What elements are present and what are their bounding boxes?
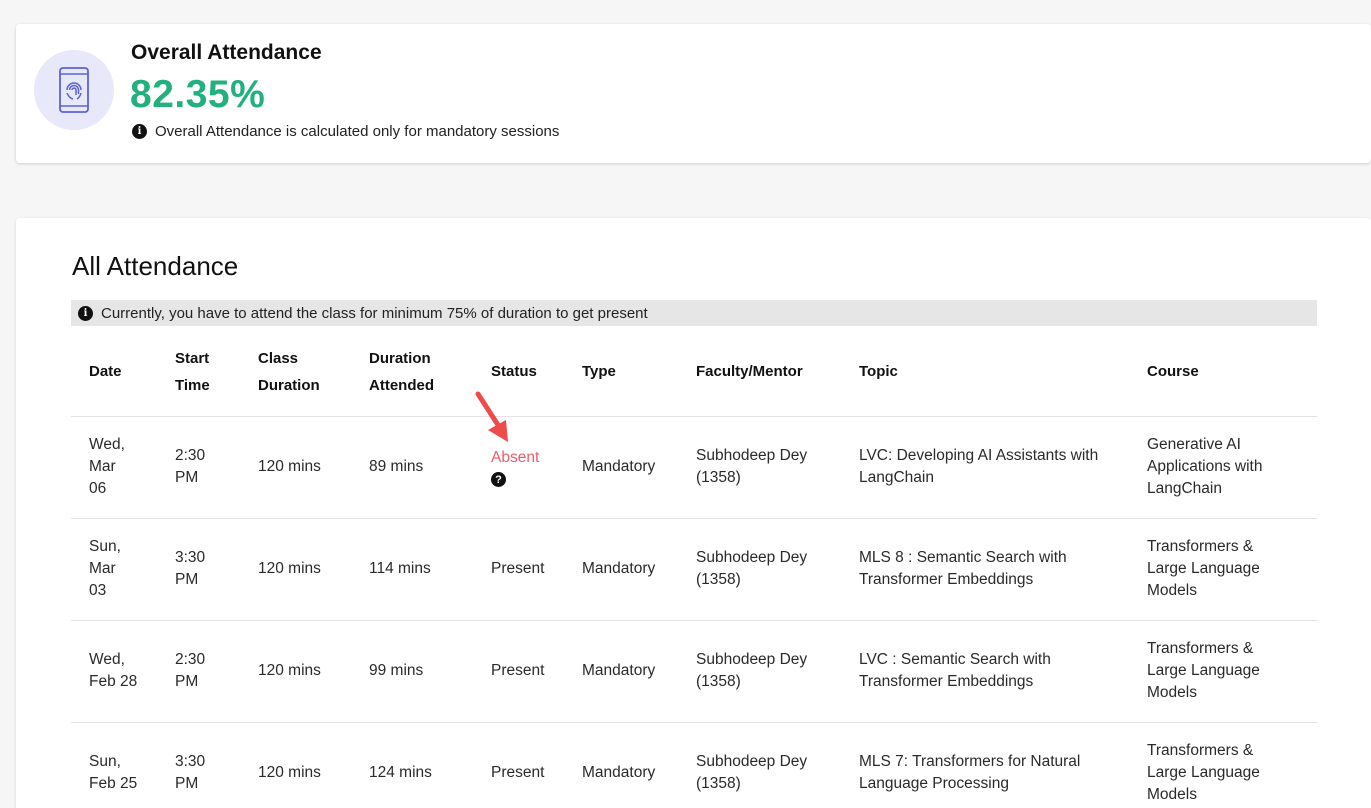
cell-date: Wed, Mar 06 [71, 416, 157, 519]
cell-faculty: Subhodeep Dey (1358) [678, 518, 841, 621]
table-row: Wed, Mar 06 2:30 PM 120 mins 89 mins Absent… [71, 416, 1317, 519]
cell-faculty: Subhodeep Dey (1358) [678, 620, 841, 723]
attendance-note-text: Overall Attendance is calculated only fo… [155, 123, 560, 140]
attendance-notice-text: Currently, you have to attend the class … [101, 304, 648, 322]
cell-class-duration: 120 mins [240, 722, 351, 808]
table-row: Wed, Feb 28 2:30 PM 120 mins 99 mins Prese… [71, 620, 1317, 723]
phone-fingerprint-icon [59, 67, 89, 113]
cell-date: Wed, Feb 28 [71, 620, 157, 723]
cell-date: Sun, Feb 25 [71, 722, 157, 808]
cell-start-time: 2:30 PM [157, 416, 240, 519]
cell-faculty: Subhodeep Dey (1358) [678, 416, 841, 519]
header-start-time[interactable]: Start Time [157, 328, 240, 417]
attendance-icon-circle [34, 50, 114, 130]
help-question-icon[interactable]: ? [491, 472, 506, 487]
cell-topic: MLS 8 : Semantic Search with Transformer … [841, 518, 1129, 621]
table-header-row: Date Start Time Class Duration Duration Att… [71, 328, 1317, 417]
cell-course: Generative AI Applications with LangChain [1129, 416, 1317, 519]
header-class-duration[interactable]: Class Duration [240, 328, 351, 417]
cell-duration-attended: 99 mins [351, 620, 473, 723]
cell-topic: MLS 7: Transformers for Natural Language … [841, 722, 1129, 808]
cell-duration-attended: 89 mins [351, 416, 473, 519]
cell-topic: LVC: Developing AI Assistants with LangCh… [841, 416, 1129, 519]
cell-date: Sun, Mar 03 [71, 518, 157, 621]
cell-course: Transformers & Large Language Models [1129, 620, 1317, 723]
table-row: Sun, Mar 03 3:30 PM 120 mins 114 mins Prese… [71, 518, 1317, 621]
cell-status: Present [473, 518, 564, 621]
cell-status: Present [473, 722, 564, 808]
attendance-notice-bar: i Currently, you have to attend the clas… [71, 300, 1317, 326]
cell-duration-attended: 114 mins [351, 518, 473, 621]
cell-class-duration: 120 mins [240, 416, 351, 519]
cell-status: Present [473, 620, 564, 723]
cell-type: Mandatory [564, 620, 678, 723]
info-icon: i [78, 305, 93, 321]
annotation-arrow-icon [475, 391, 508, 442]
header-topic[interactable]: Topic [841, 328, 1129, 417]
cell-type: Mandatory [564, 518, 678, 621]
cell-type: Mandatory [564, 722, 678, 808]
status-absent-label: Absent [491, 449, 540, 466]
cell-faculty: Subhodeep Dey (1358) [678, 722, 841, 808]
cell-course: Transformers & Large Language Models [1129, 518, 1317, 621]
cell-start-time: 2:30 PM [157, 620, 240, 723]
attendance-note: i Overall Attendance is calculated only … [132, 123, 559, 140]
table-row: Sun, Feb 25 3:30 PM 120 mins 124 mins Pres… [71, 722, 1317, 808]
cell-topic: LVC : Semantic Search with Transformer Em… [841, 620, 1129, 723]
header-course[interactable]: Course [1129, 328, 1317, 417]
header-faculty[interactable]: Faculty/Mentor [678, 328, 841, 417]
header-date[interactable]: Date [71, 328, 157, 417]
cell-class-duration: 120 mins [240, 518, 351, 621]
overall-attendance-percent: 82.35% [130, 73, 266, 116]
header-type[interactable]: Type [564, 328, 678, 417]
overall-attendance-card: Overall Attendance 82.35% i Overall Atte… [16, 24, 1371, 163]
all-attendance-card: All Attendance i Currently, you have to … [16, 218, 1371, 808]
header-duration-attended[interactable]: Duration Attended [351, 328, 473, 417]
cell-duration-attended: 124 mins [351, 722, 473, 808]
all-attendance-title: All Attendance [72, 251, 239, 281]
cell-course: Transformers & Large Language Models [1129, 722, 1317, 808]
cell-start-time: 3:30 PM [157, 518, 240, 621]
cell-class-duration: 120 mins [240, 620, 351, 723]
attendance-table: Date Start Time Class Duration Duration Att… [71, 328, 1317, 808]
info-icon: i [132, 124, 147, 139]
cell-start-time: 3:30 PM [157, 722, 240, 808]
overall-attendance-title: Overall Attendance [131, 41, 322, 64]
cell-type: Mandatory [564, 416, 678, 519]
